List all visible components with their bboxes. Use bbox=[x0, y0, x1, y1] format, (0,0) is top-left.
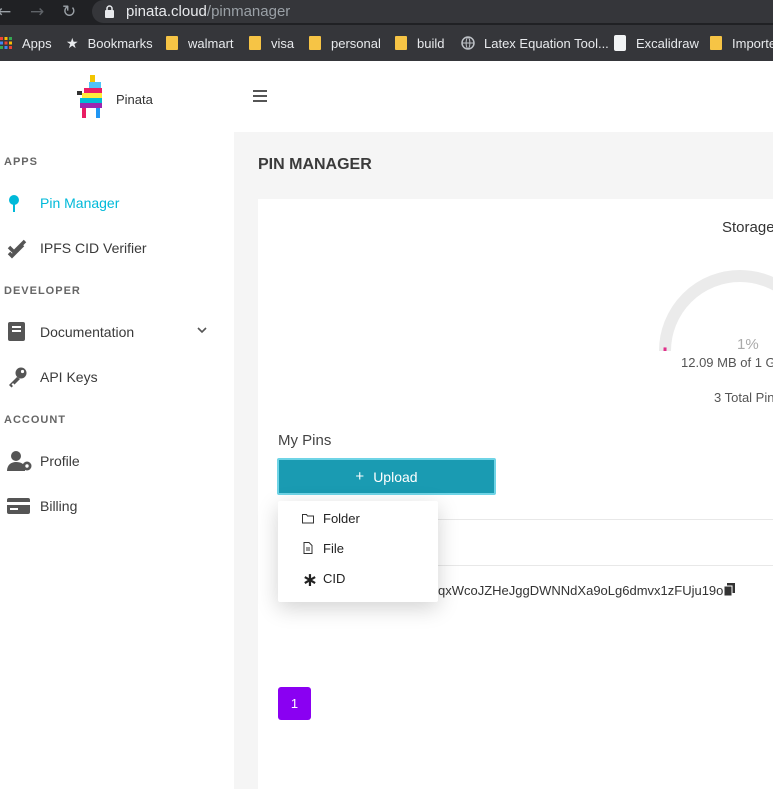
storage-percent: 1% bbox=[737, 336, 759, 353]
folder-icon bbox=[309, 36, 321, 50]
credit-card-icon bbox=[7, 498, 30, 514]
book-icon bbox=[8, 322, 25, 341]
bookmark-build[interactable]: build bbox=[395, 34, 444, 52]
folder-icon bbox=[166, 36, 178, 50]
bookmark-label: Importe bbox=[732, 35, 773, 51]
my-pins-heading: My Pins bbox=[278, 432, 332, 449]
menu-item-file[interactable]: File bbox=[278, 536, 438, 562]
bookmark-label: Bookmarks bbox=[87, 35, 153, 51]
table-divider bbox=[438, 565, 773, 566]
upload-button-label: Upload bbox=[373, 468, 418, 485]
sidebar-item-pin-manager[interactable]: Pin Manager bbox=[0, 188, 234, 218]
bookmark-visa[interactable]: visa bbox=[249, 34, 294, 52]
folder-outline-icon bbox=[302, 514, 314, 524]
section-label-account: ACCOUNT bbox=[4, 414, 66, 426]
menu-item-label: File bbox=[323, 541, 344, 556]
hamburger-icon[interactable] bbox=[253, 90, 267, 102]
bookmark-imported[interactable]: Importe bbox=[710, 34, 773, 52]
bookmark-label: walmart bbox=[188, 35, 234, 51]
bookmark-label: personal bbox=[331, 35, 381, 51]
bookmark-label: Excalidraw bbox=[636, 35, 699, 51]
storage-title: Storage bbox=[722, 219, 773, 236]
bookmark-excalidraw[interactable]: Excalidraw bbox=[614, 34, 699, 52]
total-pins: 3 Total Pin bbox=[714, 390, 773, 405]
upload-dropdown-menu: Folder File ∗ CID bbox=[278, 501, 438, 602]
reload-icon[interactable]: ↻ bbox=[62, 2, 76, 22]
plus-icon: + bbox=[355, 468, 365, 485]
user-gear-icon bbox=[7, 451, 32, 471]
arrow-right-icon[interactable]: → bbox=[30, 2, 44, 22]
bookmark-label: Latex Equation Tool... bbox=[484, 35, 609, 51]
bookmark-bookmarks[interactable]: ★ Bookmarks bbox=[66, 34, 153, 52]
key-icon bbox=[9, 367, 27, 388]
folder-icon bbox=[395, 36, 407, 50]
brand-name[interactable]: Pinata bbox=[116, 92, 153, 107]
sidebar-item-label: IPFS CID Verifier bbox=[40, 240, 147, 256]
bookmark-apps[interactable]: Apps bbox=[0, 34, 52, 52]
bookmark-walmart[interactable]: walmart bbox=[166, 34, 234, 52]
sidebar-item-documentation[interactable]: Documentation bbox=[0, 317, 234, 347]
bookmark-label: build bbox=[417, 35, 445, 51]
table-divider bbox=[438, 519, 773, 520]
sidebar-item-label: API Keys bbox=[40, 369, 98, 385]
browser-toolbar: ← → ↻ pinata.cloud/pinmanager bbox=[0, 0, 773, 25]
globe-icon bbox=[461, 36, 475, 50]
excalidraw-icon bbox=[614, 35, 626, 51]
pagination-page[interactable]: 1 bbox=[278, 687, 311, 720]
apps-grid-icon bbox=[0, 37, 12, 49]
upload-button[interactable]: + Upload bbox=[277, 458, 496, 495]
sidebar-item-ipfs-cid-verifier[interactable]: IPFS CID Verifier bbox=[0, 233, 234, 263]
sidebar-item-api-keys[interactable]: API Keys bbox=[0, 362, 234, 392]
sidebar-item-profile[interactable]: Profile bbox=[0, 446, 234, 476]
folder-icon bbox=[249, 36, 261, 50]
page-title: PIN MANAGER bbox=[258, 156, 372, 173]
file-icon bbox=[303, 542, 313, 554]
section-label-apps: APPS bbox=[4, 156, 38, 168]
star-icon: ★ bbox=[66, 34, 79, 51]
sidebar-item-billing[interactable]: Billing bbox=[0, 491, 234, 521]
sidebar-item-label: Billing bbox=[40, 498, 78, 514]
folder-icon bbox=[710, 36, 722, 50]
bookmark-latex[interactable]: Latex Equation Tool... bbox=[461, 34, 609, 52]
sidebar-item-label: Pin Manager bbox=[40, 195, 120, 211]
menu-item-label: Folder bbox=[323, 511, 360, 526]
sidebar-item-label: Documentation bbox=[40, 324, 135, 340]
bookmark-label: Apps bbox=[22, 35, 52, 51]
storage-usage: 12.09 MB of 1 G bbox=[681, 355, 773, 370]
bookmark-label: visa bbox=[271, 35, 295, 51]
pinata-logo-icon[interactable] bbox=[76, 73, 106, 121]
double-check-icon bbox=[7, 239, 27, 259]
chevron-down-icon[interactable] bbox=[197, 325, 207, 335]
lock-icon bbox=[105, 5, 114, 18]
url-text: pinata.cloud/pinmanager bbox=[126, 3, 291, 20]
section-label-developer: DEVELOPER bbox=[4, 285, 81, 297]
menu-item-label: CID bbox=[323, 571, 346, 586]
menu-item-cid[interactable]: ∗ CID bbox=[278, 566, 438, 592]
bookmarks-bar: Apps ★ Bookmarks walmart visa personal b… bbox=[0, 25, 773, 61]
bookmark-personal[interactable]: personal bbox=[309, 34, 381, 52]
arrow-left-icon[interactable]: ← bbox=[0, 2, 11, 22]
pin-icon bbox=[9, 195, 19, 212]
copy-icon[interactable] bbox=[724, 583, 735, 596]
asterisk-icon: ∗ bbox=[302, 570, 318, 591]
menu-item-folder[interactable]: Folder bbox=[278, 506, 438, 532]
table-row-cid: qxWcoJZHeJggDWNNdXa9oLg6dmvx1zFUju19o bbox=[438, 583, 724, 598]
sidebar-item-label: Profile bbox=[40, 453, 80, 469]
